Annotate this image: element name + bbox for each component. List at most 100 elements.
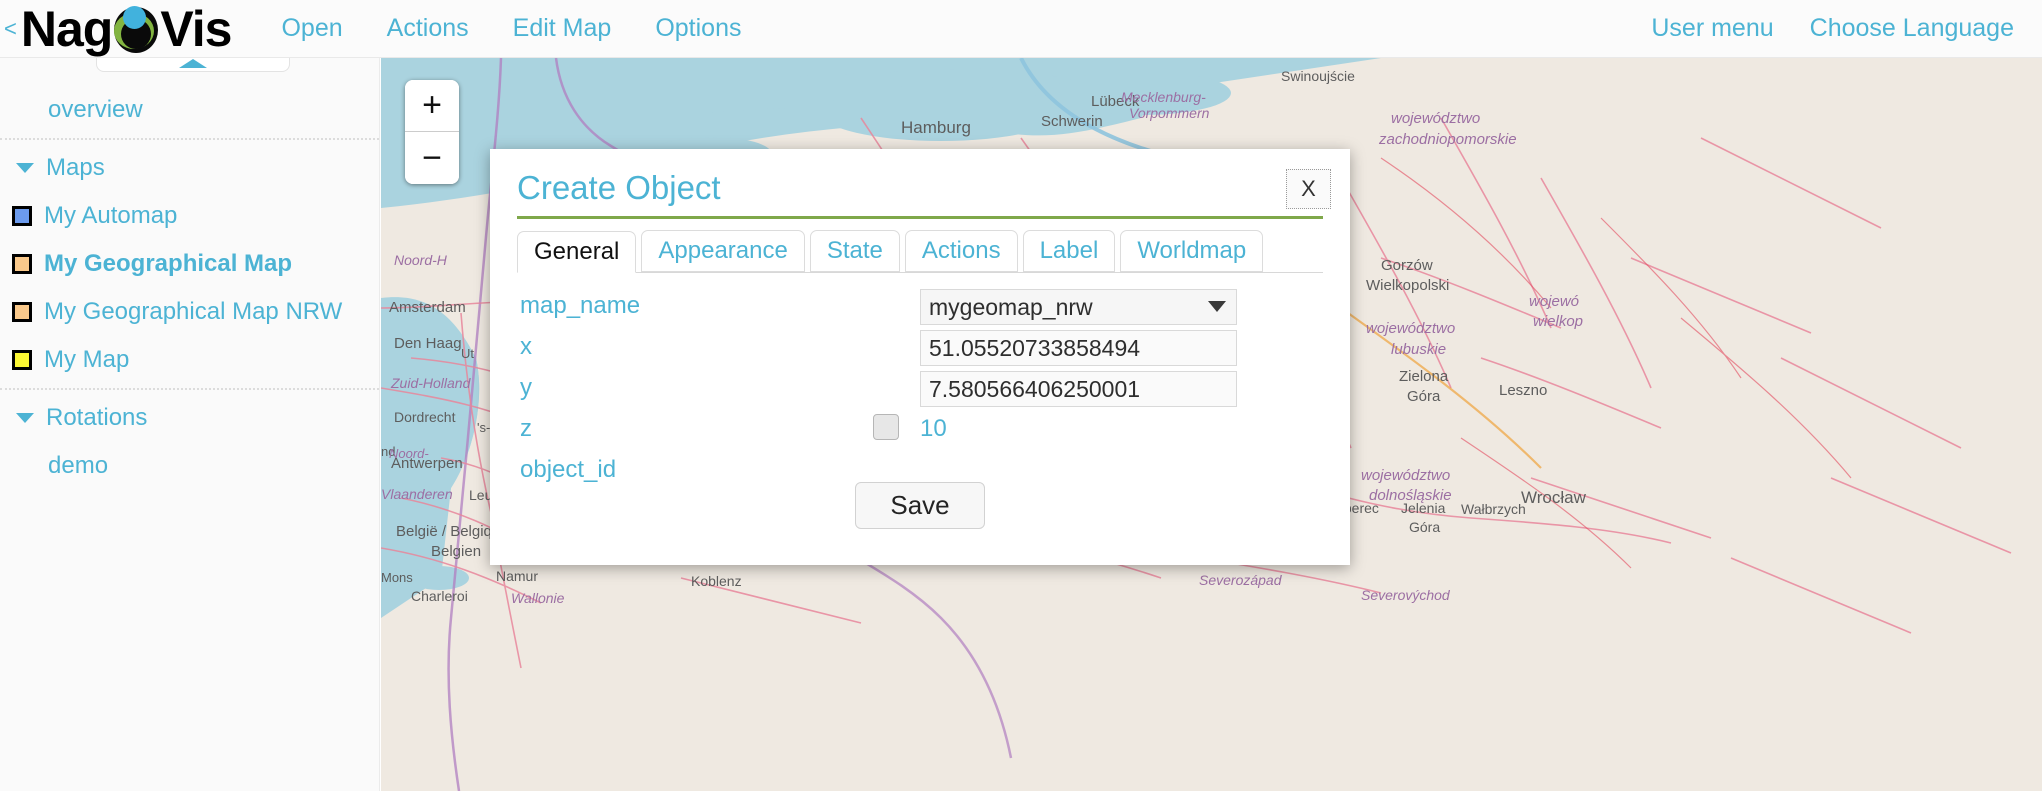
nav-item-choose-language[interactable]: Choose Language — [1792, 14, 2032, 43]
zoom-out-button[interactable]: − — [405, 132, 459, 184]
sidebar-item-my-geographical-map[interactable]: My Geographical Map — [0, 240, 379, 288]
map-place-label: wojewó — [1529, 293, 1579, 310]
sidebar-item-label: My Geographical Map NRW — [44, 298, 343, 325]
chevron-down-icon — [16, 163, 34, 173]
map-place-label: Góra — [1407, 388, 1441, 405]
sidebar-group-label: Rotations — [46, 404, 148, 431]
sidebar-collapse-handle[interactable] — [96, 58, 290, 72]
map-place-label: województwo — [1366, 320, 1455, 337]
chevron-down-icon — [1208, 301, 1226, 312]
chevron-left-icon[interactable]: < — [4, 17, 17, 40]
sidebar-item-my-map[interactable]: My Map — [0, 336, 379, 384]
sidebar-item-label: My Map — [44, 346, 130, 373]
nav-item-options[interactable]: Options — [633, 14, 763, 43]
map-place-label: Gorzów — [1381, 257, 1433, 274]
map-place-label: Antwerpen — [391, 455, 463, 472]
z-value: 10 — [920, 415, 947, 442]
map-place-label: Noord-H — [394, 252, 448, 268]
dialog-title: Create Object — [517, 169, 721, 206]
form-row-y: y — [517, 371, 1323, 412]
close-icon[interactable]: X — [1286, 169, 1331, 209]
y-input[interactable] — [920, 371, 1237, 407]
x-input[interactable] — [920, 330, 1237, 366]
map-place-label: Amsterdam — [389, 299, 466, 316]
chevron-up-icon — [179, 59, 207, 68]
map-place-label: Zuid-Holland — [390, 375, 472, 391]
tab-state[interactable]: State — [809, 230, 900, 272]
tab-appearance[interactable]: Appearance — [641, 230, 805, 272]
chevron-down-icon — [16, 413, 34, 423]
map-place-label: Koblenz — [691, 573, 742, 589]
z-checkbox[interactable] — [873, 414, 899, 440]
map-place-label: Charleroi — [411, 588, 468, 604]
form-row-x: x — [517, 330, 1323, 371]
sidebar-group-rotations[interactable]: Rotations — [0, 394, 379, 442]
form-row-z: z 10 — [517, 412, 1323, 453]
sidebar-item-label: My Geographical Map — [44, 250, 293, 277]
map-place-label: województwo — [1361, 467, 1450, 484]
dialog-footer: Save — [490, 482, 1350, 529]
map-name-select[interactable]: mygeomap_nrw — [920, 289, 1237, 325]
map-place-label: Swinoujście — [1281, 68, 1355, 84]
nav-item-open[interactable]: Open — [259, 14, 364, 43]
dialog-tabs: General Appearance State Actions Label W… — [517, 229, 1323, 273]
sidebar-item-label: demo — [48, 452, 109, 479]
map-place-label: Severozápad — [1199, 572, 1283, 588]
map-place-label: Wielkopolski — [1366, 277, 1449, 294]
logo-text-left: Nag — [20, 0, 113, 57]
field-label-map-name: map_name — [520, 292, 641, 319]
zoom-in-button[interactable]: + — [405, 80, 459, 132]
map-place-label: België / Belgiq — [396, 523, 492, 540]
map-place-label: Wallonie — [511, 590, 565, 606]
create-object-dialog: Create Object X General Appearance State… — [490, 149, 1350, 565]
field-label-y: y — [520, 374, 532, 401]
sidebar-item-label: My Automap — [44, 202, 178, 229]
sidebar-item-overview[interactable]: overview — [0, 86, 379, 134]
map-place-label: Wrocław — [1521, 488, 1587, 507]
tab-label[interactable]: Label — [1022, 230, 1116, 272]
map-place-label: zachodniopomorskie — [1378, 131, 1517, 148]
nav-item-edit-map[interactable]: Edit Map — [491, 14, 634, 43]
map-place-label: Namur — [496, 568, 538, 584]
map-place-label: Den Haag — [394, 335, 462, 352]
sidebar-divider — [0, 388, 379, 390]
form-row-map-name: map_name mygeomap_nrw — [517, 289, 1323, 330]
map-place-label: Schwerin — [1041, 113, 1103, 130]
sidebar-group-maps[interactable]: Maps — [0, 144, 379, 192]
field-label-z: z — [520, 415, 532, 442]
sidebar-item-my-automap[interactable]: My Automap — [0, 192, 379, 240]
tab-actions[interactable]: Actions — [904, 230, 1018, 272]
save-button[interactable]: Save — [855, 482, 985, 529]
logo-eye-icon — [110, 3, 162, 55]
map-place-label: Mecklenburg- — [1121, 89, 1206, 105]
map-place-label: Wałbrzych — [1461, 501, 1526, 517]
map-place-label: wielkop — [1533, 313, 1583, 330]
state-square-icon — [12, 350, 32, 370]
map-place-label: Vorpommern — [1129, 105, 1210, 121]
nav-item-user-menu[interactable]: User menu — [1633, 14, 1791, 43]
user-navigation: User menu Choose Language — [1633, 14, 2032, 43]
tab-worldmap[interactable]: Worldmap — [1120, 230, 1264, 272]
sidebar-item-my-geographical-map-nrw[interactable]: My Geographical Map NRW — [0, 288, 379, 336]
map-name-selected-value: mygeomap_nrw — [929, 293, 1093, 320]
map-place-label: Ut — [461, 346, 474, 361]
sidebar-item-demo[interactable]: demo — [0, 442, 379, 490]
state-square-icon — [12, 206, 32, 226]
main-navigation: Open Actions Edit Map Options — [259, 14, 763, 43]
nav-item-actions[interactable]: Actions — [365, 14, 491, 43]
field-label-x: x — [520, 333, 532, 360]
tab-general[interactable]: General — [517, 231, 637, 273]
state-square-icon — [12, 302, 32, 322]
map-place-label: Dordrecht — [394, 409, 456, 425]
logo-text-right: Vis — [160, 0, 232, 57]
map-place-label: Zielona — [1399, 368, 1449, 385]
map-place-label: Mons — [381, 570, 413, 585]
top-header: < Nag Vis Open Actions Edit Map Options … — [0, 0, 2042, 58]
sidebar-divider — [0, 138, 379, 140]
sidebar-item-label: overview — [48, 96, 143, 123]
sidebar-group-label: Maps — [46, 154, 105, 181]
map-place-label: województwo — [1391, 110, 1480, 127]
zoom-control[interactable]: + − — [405, 80, 459, 184]
sidebar: overview Maps My Automap My Geographical… — [0, 58, 380, 791]
nagvis-logo[interactable]: Nag Vis — [20, 0, 233, 57]
